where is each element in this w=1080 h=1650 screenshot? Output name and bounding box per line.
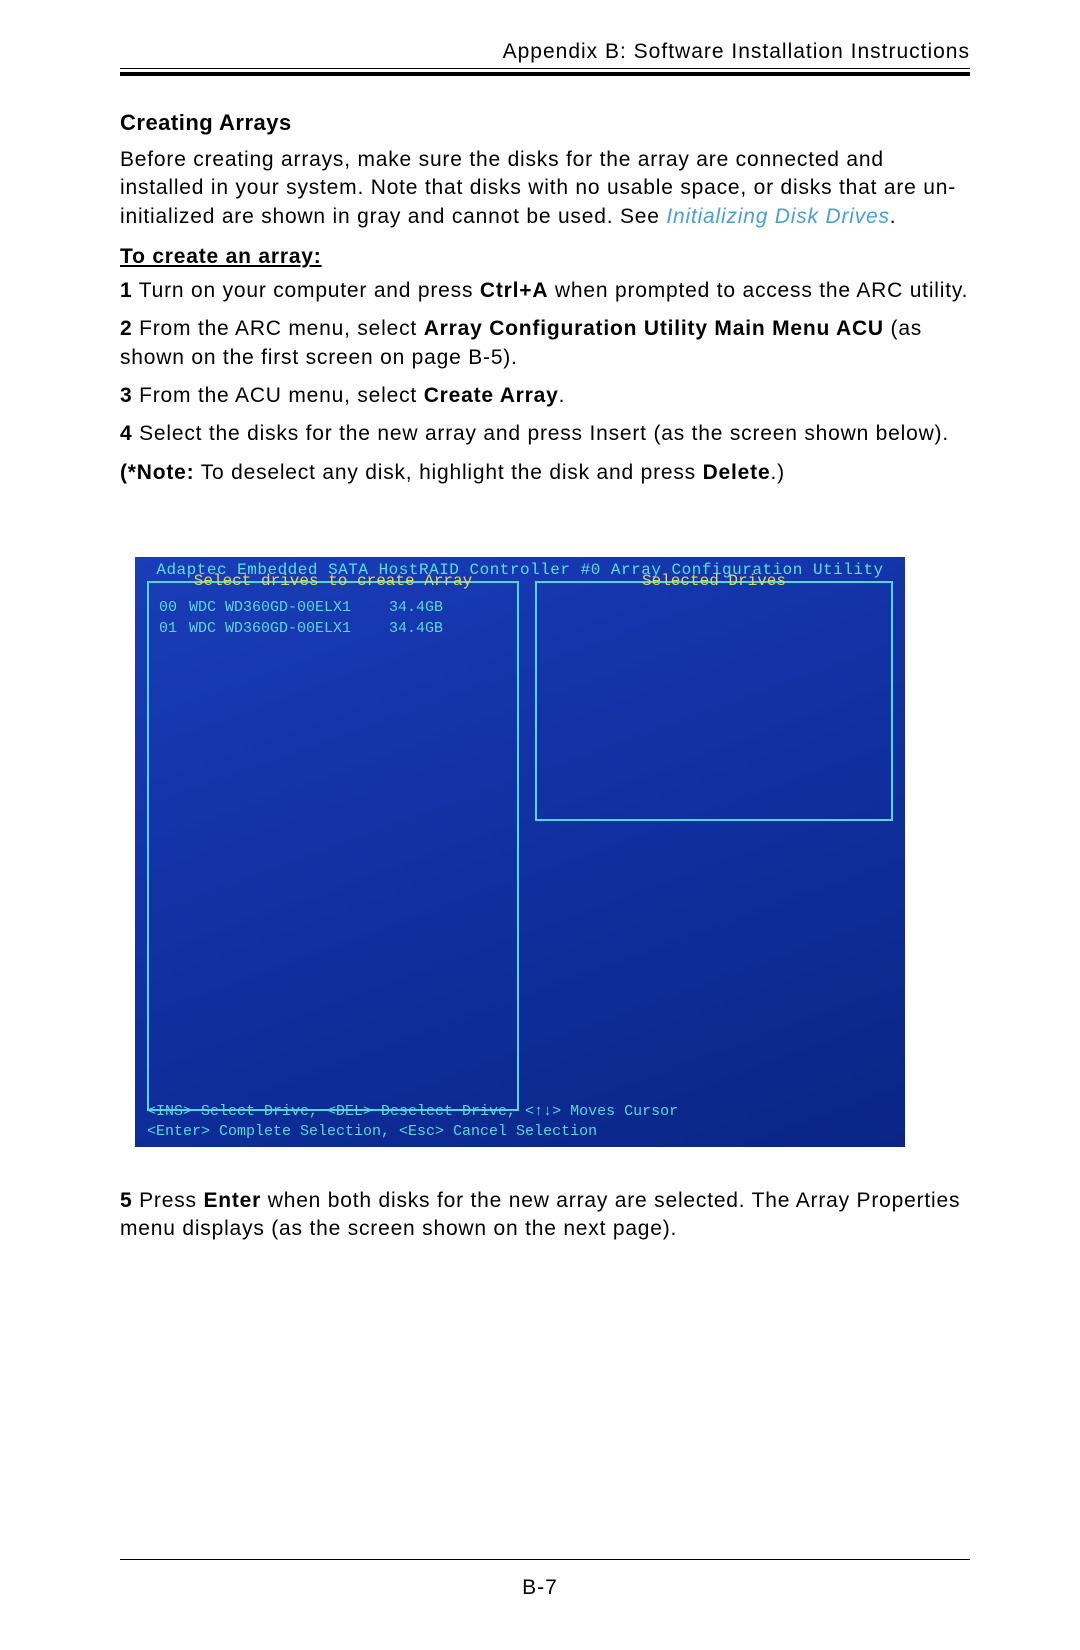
bios-right-panel-label: Selected Drives <box>636 572 792 590</box>
bios-footer: <INS> Select Drive, <DEL> Deselect Drive… <box>147 1102 678 1141</box>
note-a: To deselect any disk, highlight the disk… <box>194 461 702 484</box>
drive-row: 01WDC WD360GD-00ELX134.4GB <box>159 620 507 637</box>
bios-left-panel: Select drives to create Array 00WDC WD36… <box>147 581 519 1111</box>
step-2-key: Array Configuration Utility Main Menu AC… <box>424 317 884 340</box>
step-5-num: 5 <box>120 1189 132 1212</box>
step-5: 5 Press Enter when both disks for the ne… <box>120 1187 970 1244</box>
drive-size: 34.4GB <box>389 620 443 637</box>
bios-left-panel-label: Select drives to create Array <box>188 572 478 590</box>
bios-screenshot: Adaptec Embedded SATA HostRAID Controlle… <box>135 557 905 1147</box>
step-3-c: . <box>559 384 566 407</box>
drive-row: 00WDC WD360GD-00ELX134.4GB <box>159 599 507 616</box>
note-key: Delete <box>703 461 771 484</box>
step-4: 4 Select the disks for the new array and… <box>120 420 970 448</box>
step-1: 1 Turn on your computer and press Ctrl+A… <box>120 277 970 305</box>
step-1-c: when prompted to access the ARC utility. <box>548 279 968 302</box>
subheading: To create an array: <box>120 245 970 269</box>
step-4-num: 4 <box>120 422 132 445</box>
intro-tail: . <box>890 205 897 228</box>
page-number: B-7 <box>0 1576 1080 1600</box>
step-3-a: From the ACU menu, select <box>132 384 423 407</box>
note-label: (*Note: <box>120 461 194 484</box>
note-c: .) <box>770 461 784 484</box>
step-5-a: Press <box>132 1189 203 1212</box>
step-1-num: 1 <box>120 279 132 302</box>
header-rule <box>120 72 970 76</box>
bios-right-panel: Selected Drives <box>535 581 893 821</box>
bios-footer-line2: <Enter> Complete Selection, <Esc> Cancel… <box>147 1123 597 1140</box>
page-header: Appendix B: Software Installation Instru… <box>120 40 970 70</box>
drive-model: WDC WD360GD-00ELX1 <box>189 599 389 616</box>
step-5-key: Enter <box>203 1189 261 1212</box>
step-2: 2 From the ARC menu, select Array Config… <box>120 315 970 372</box>
bios-footer-line1: <INS> Select Drive, <DEL> Deselect Drive… <box>147 1103 678 1120</box>
drive-model: WDC WD360GD-00ELX1 <box>189 620 389 637</box>
step-2-a: From the ARC menu, select <box>132 317 423 340</box>
note: (*Note: To deselect any disk, highlight … <box>120 459 970 487</box>
drive-id: 00 <box>159 599 189 616</box>
step-1-key: Ctrl+A <box>480 279 548 302</box>
step-1-a: Turn on your computer and press <box>132 279 479 302</box>
intro-paragraph: Before creating arrays, make sure the di… <box>120 146 970 231</box>
drive-size: 34.4GB <box>389 599 443 616</box>
step-3: 3 From the ACU menu, select Create Array… <box>120 382 970 410</box>
footer-rule <box>120 1559 970 1560</box>
step-3-key: Create Array <box>424 384 559 407</box>
step-2-num: 2 <box>120 317 132 340</box>
section-title: Creating Arrays <box>120 110 970 136</box>
step-4-a: Select the disks for the new array and p… <box>132 422 949 445</box>
step-3-num: 3 <box>120 384 132 407</box>
init-drives-link[interactable]: Initializing Disk Drives <box>666 205 889 228</box>
drive-id: 01 <box>159 620 189 637</box>
